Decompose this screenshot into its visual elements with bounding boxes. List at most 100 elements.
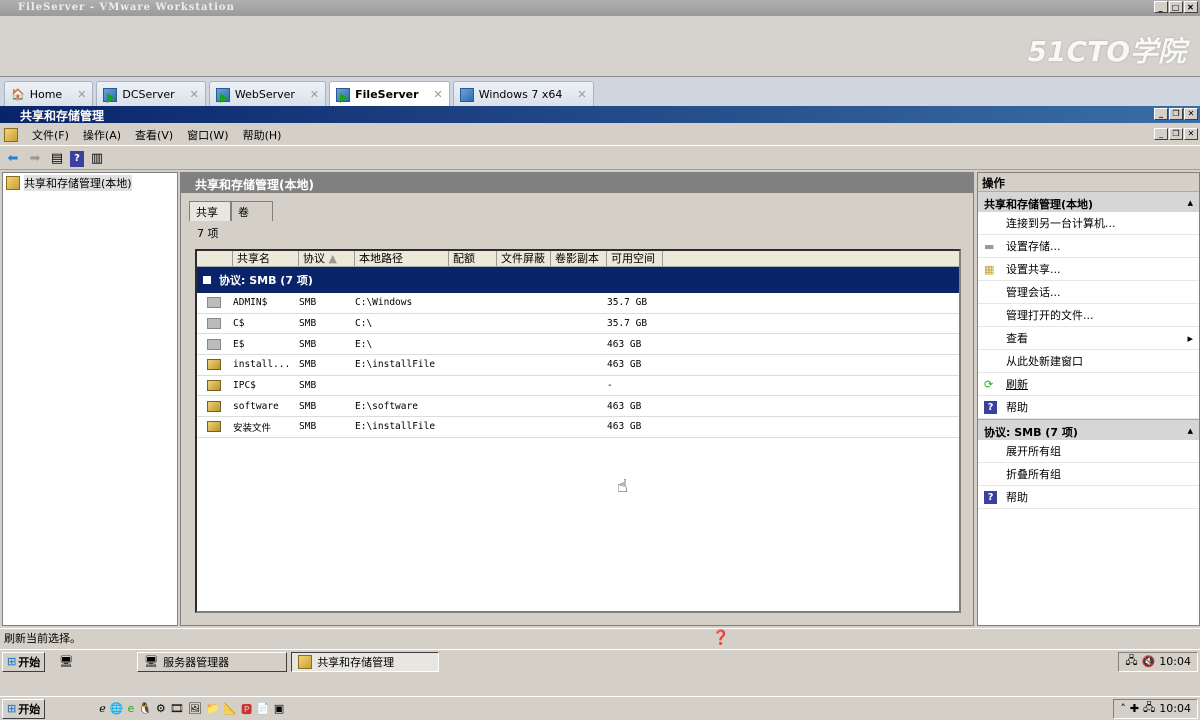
ie-icon[interactable]: ℯ [99, 702, 106, 715]
column-shadow-copies[interactable]: 卷影副本 [551, 251, 607, 266]
action-item[interactable]: 管理打开的文件... [978, 304, 1199, 327]
menu-file[interactable]: 文件(F) [32, 127, 69, 143]
browser-icon[interactable]: 🌐 [110, 702, 124, 715]
app-icon[interactable]: 📐 [223, 702, 237, 715]
table-row[interactable]: C$ SMB C:\ 35.7 GB [197, 314, 959, 335]
column-share-name[interactable]: 共享名 [233, 251, 299, 266]
task-server-manager[interactable]: 🖥 服务器管理器 [137, 651, 288, 672]
action-item[interactable]: 查看 ▸ [978, 327, 1199, 350]
menu-window[interactable]: 窗口(W) [187, 127, 228, 143]
menu-help[interactable]: 帮助(H) [243, 127, 282, 143]
table-row[interactable]: install... SMB E:\installFile 463 GB [197, 355, 959, 376]
tab-volumes[interactable]: 卷 [231, 201, 273, 221]
restore-button[interactable]: ❐ [1169, 108, 1183, 120]
tab-home[interactable]: 🏠 Home ✕ [4, 81, 94, 107]
minimize-button[interactable]: _ [1154, 128, 1168, 140]
group-header[interactable]: 协议: SMB (7 项) [197, 267, 959, 293]
action-item[interactable]: ? 帮助 [978, 486, 1199, 509]
start-button[interactable]: ⊞ 开始 [2, 698, 46, 719]
table-row[interactable]: 安装文件 SMB E:\installFile 463 GB [197, 417, 959, 438]
actions-section[interactable]: 共享和存储管理(本地) ▴ [978, 191, 1199, 212]
outer-taskbar: ⊞ 开始 ℯ 🌐 e 🐧 ⚙ 🎞 🖼 📁 📐 🅿 📄 ▣ ˄ ✚ 🖧 10:04 [0, 696, 1200, 720]
action-item[interactable]: 折叠所有组 [978, 463, 1199, 486]
close-tab-icon[interactable]: ✕ [310, 88, 319, 101]
hidden-share-icon [207, 338, 221, 350]
tab-dcserver[interactable]: DCServer ✕ [96, 81, 206, 107]
menu-action[interactable]: 操作(A) [83, 127, 121, 143]
action-item[interactable]: 从此处新建窗口 [978, 350, 1199, 373]
start-button[interactable]: ⊞ 开始 [2, 651, 46, 672]
clock[interactable]: 10:04 [1159, 702, 1191, 715]
close-tab-icon[interactable]: ✕ [190, 88, 199, 101]
close-button[interactable]: ✕ [1184, 108, 1198, 120]
network-icon[interactable]: 🖧 [1143, 699, 1155, 718]
tab-webserver[interactable]: WebServer ✕ [208, 81, 327, 107]
action-item[interactable]: ? 帮助 [978, 396, 1199, 419]
action-item[interactable]: ▬ 设置存储... [978, 235, 1199, 258]
server-manager-quicklaunch-icon[interactable]: 🖥 [59, 655, 73, 668]
volume-muted-icon[interactable]: 🔇 [1142, 655, 1156, 668]
powerpoint-icon[interactable]: 🅿 [241, 701, 252, 717]
column-local-path[interactable]: 本地路径 [355, 251, 449, 266]
maximize-button[interactable]: □ [1169, 1, 1183, 13]
close-tab-icon[interactable]: ✕ [434, 88, 443, 101]
app-icon[interactable]: 🖼 [188, 702, 202, 715]
table-row[interactable]: software SMB E:\software 463 GB [197, 396, 959, 418]
qq-icon[interactable]: 🐧 [138, 702, 152, 715]
column-quota[interactable]: 配额 [449, 251, 497, 266]
shares-list[interactable]: 共享名 协议 ▲ 本地路径 配额 文件屏蔽 卷影副本 可用空间 协议: SMB … [195, 249, 961, 613]
back-icon[interactable]: ⬅ [4, 150, 22, 168]
table-row[interactable]: E$ SMB E:\ 463 GB [197, 334, 959, 356]
close-tab-icon[interactable]: ✕ [77, 88, 86, 101]
pane-header: 共享和存储管理(本地) [181, 173, 973, 193]
close-button[interactable]: ✕ [1184, 1, 1198, 13]
clock[interactable]: 10:04 [1159, 655, 1191, 668]
task-share-storage[interactable]: 共享和存储管理 [291, 651, 440, 672]
tab-fileserver[interactable]: FileServer ✕ [329, 81, 450, 107]
task-label: 服务器管理器 [163, 655, 230, 669]
help-icon[interactable]: ? [70, 150, 84, 167]
notepad-icon[interactable]: 📄 [256, 702, 270, 715]
tree-item-root[interactable]: 共享和存储管理(本地) [6, 175, 174, 191]
action-item[interactable]: ▦ 设置共享... [978, 258, 1199, 281]
actions-section[interactable]: 协议: SMB (7 项) ▴ [978, 419, 1199, 440]
close-button[interactable]: ✕ [1184, 128, 1198, 140]
menu-view[interactable]: 查看(V) [135, 127, 173, 143]
action-label: 从此处新建窗口 [1006, 355, 1083, 368]
column-free-space[interactable]: 可用空间 [607, 251, 663, 266]
minimize-button[interactable]: _ [1154, 108, 1168, 120]
help-icon[interactable]: ❓ [712, 630, 729, 646]
collapse-icon[interactable] [203, 276, 211, 284]
forward-icon[interactable]: ➡ [26, 150, 44, 168]
media-icon[interactable]: 🎞 [170, 702, 184, 715]
explorer-icon[interactable]: 📁 [206, 702, 220, 715]
action-item[interactable]: 管理会话... [978, 281, 1199, 304]
help-icon: ? [984, 491, 997, 504]
close-tab-icon[interactable]: ✕ [577, 88, 586, 101]
show-hide-action-pane-icon[interactable]: ▥ [88, 150, 106, 168]
action-item[interactable]: 连接到另一台计算机... [978, 212, 1199, 235]
vmware-icon[interactable]: ▣ [274, 702, 284, 715]
cell-protocol: SMB [299, 338, 317, 350]
cell-protocol: SMB [299, 359, 317, 371]
restore-button[interactable]: ❐ [1169, 128, 1183, 140]
cell-share-name: E$ [233, 338, 245, 350]
action-label: 设置共享... [1006, 263, 1061, 276]
app-icon[interactable]: ⚙ [156, 702, 166, 715]
minimize-button[interactable]: _ [1154, 1, 1168, 13]
action-item[interactable]: 展开所有组 [978, 440, 1199, 463]
column-file-screening[interactable]: 文件屏蔽 [497, 251, 551, 266]
network-icon[interactable]: 🖧 [1125, 652, 1137, 671]
table-row[interactable]: ADMIN$ SMB C:\Windows 35.7 GB [197, 293, 959, 314]
action-item[interactable]: ⟳ 刷新 [978, 373, 1199, 396]
show-hide-tree-icon[interactable]: ▤ [48, 150, 66, 168]
cell-protocol: SMB [299, 421, 317, 433]
security-icon[interactable]: ✚ [1130, 702, 1139, 715]
tab-shares[interactable]: 共享 [189, 201, 231, 221]
cell-free-space: 463 GB [607, 421, 642, 433]
table-row[interactable]: IPC$ SMB - [197, 376, 959, 397]
ie-green-icon[interactable]: e [127, 702, 134, 715]
tab-windows7[interactable]: Windows 7 x64 ✕ [452, 81, 594, 107]
column-protocol[interactable]: 协议 ▲ [299, 251, 355, 266]
show-hidden-icons[interactable]: ˄ [1120, 702, 1126, 715]
